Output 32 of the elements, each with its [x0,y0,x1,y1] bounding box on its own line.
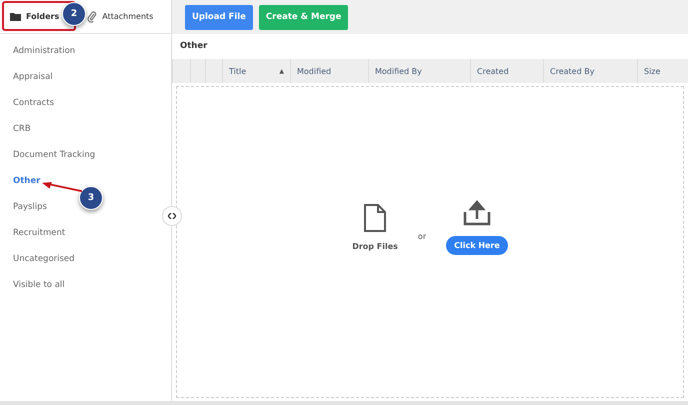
column-header[interactable]: Created By [543,59,637,83]
pointer-arrow [42,180,82,194]
folder-item[interactable]: CRB [13,120,31,138]
click-here-button[interactable]: Click Here [446,236,508,254]
folder-item[interactable]: Recruitment [13,224,66,242]
collapse-toggle[interactable] [162,206,182,226]
column-header[interactable]: Modified By [368,59,470,83]
folder-item[interactable]: Appraisal [13,68,53,86]
step-badge: 3 [79,186,103,210]
sidebar-tab[interactable]: Folders [10,12,60,21]
folder-item[interactable]: Payslips [13,198,47,216]
folder-item[interactable]: Administration [13,42,76,60]
folder-item[interactable]: Contracts [13,94,54,112]
or-label: or [418,232,426,240]
folder-icon [10,12,21,21]
file-icon [364,204,386,232]
step-badge: 2 [62,2,86,26]
dropzone[interactable]: Drop Files or Click Here [176,86,684,398]
upload-icon [462,200,491,226]
folder-item[interactable]: Uncategorised [13,250,75,268]
column-header[interactable]: Size [637,59,688,83]
folder-item[interactable]: Visible to all [13,276,65,294]
column-header[interactable]: Created [470,59,543,83]
sidebar-tab[interactable]: Attachments [87,10,154,23]
paperclip-icon [87,10,98,23]
folder-item[interactable]: Document Tracking [13,146,96,164]
column-header[interactable]: Modified [290,59,368,83]
drop-files-label: Drop Files [352,242,398,250]
folder-title: Other [179,40,208,53]
folder-item[interactable]: Other [13,172,40,190]
code-arrows-icon [168,213,176,219]
toolbar-button[interactable]: Upload File [185,4,253,30]
